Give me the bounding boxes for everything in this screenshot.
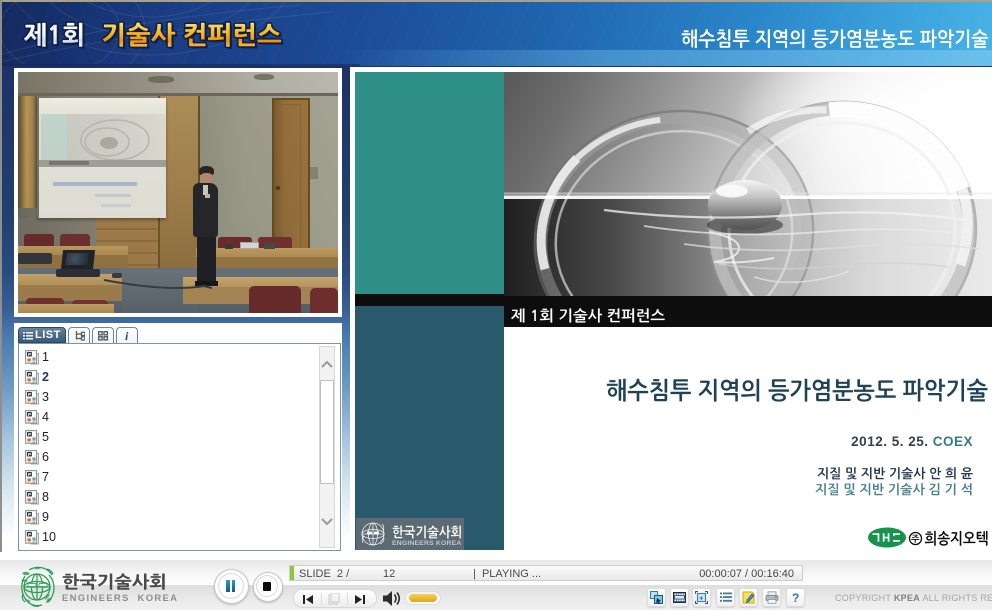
svg-text:+: + [699, 596, 703, 603]
